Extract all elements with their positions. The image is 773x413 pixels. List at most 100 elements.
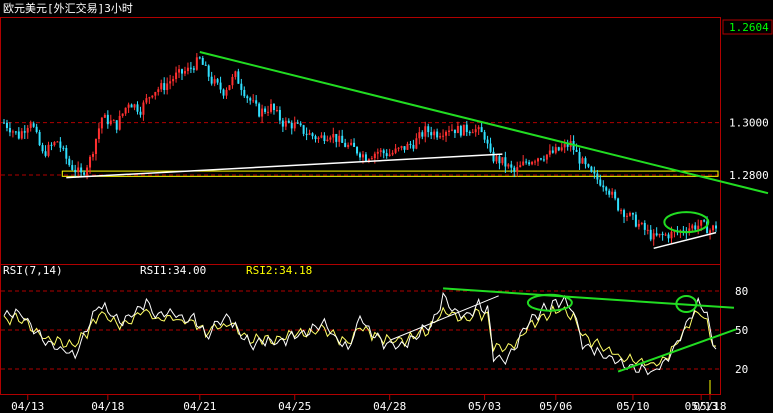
- candle-body: [433, 131, 436, 136]
- candle-body: [329, 137, 332, 140]
- candle-body: [124, 107, 127, 114]
- chart-title: 欧元美元[外汇交易]3小时: [3, 1, 133, 15]
- candle-body: [359, 153, 361, 158]
- candle-body: [608, 190, 611, 195]
- candle-body: [394, 148, 397, 153]
- candle-body: [483, 132, 486, 140]
- candle-body: [151, 95, 154, 98]
- candle-body: [507, 164, 510, 167]
- candle-body: [557, 147, 560, 151]
- candle-body: [691, 225, 694, 229]
- candle-body: [160, 83, 163, 90]
- candle-body: [32, 123, 35, 127]
- candle-body: [364, 154, 367, 162]
- candle-body: [320, 135, 323, 138]
- candle-body: [130, 104, 133, 108]
- candle-body: [112, 120, 115, 122]
- candle-body: [628, 212, 631, 216]
- candle-body: [20, 131, 23, 139]
- candle-body: [293, 122, 296, 129]
- candle-body: [474, 129, 477, 133]
- candle-body: [412, 144, 415, 149]
- candle-body: [204, 64, 207, 66]
- candle-body: [614, 191, 617, 199]
- candle-body: [272, 103, 275, 111]
- candle-body: [596, 173, 599, 180]
- candle-body: [361, 154, 364, 158]
- candle-body: [234, 71, 237, 77]
- candle-body: [106, 114, 109, 125]
- candle-body: [97, 128, 100, 139]
- candle-body: [71, 165, 74, 170]
- candle-body: [370, 158, 373, 160]
- candle-body: [62, 147, 65, 149]
- candle-body: [163, 83, 166, 91]
- candle-body: [172, 79, 175, 82]
- candle-body: [186, 67, 189, 72]
- candle-body: [602, 185, 605, 188]
- candle-body: [617, 198, 620, 211]
- candle-body: [94, 138, 97, 155]
- candle-body: [424, 126, 427, 137]
- candle-body: [486, 139, 489, 144]
- candle-body: [445, 131, 448, 136]
- candle-body: [216, 79, 219, 83]
- candle-body: [249, 98, 252, 101]
- candle-body: [270, 103, 272, 112]
- candle-body: [136, 104, 139, 112]
- candle-body: [255, 100, 258, 104]
- candle-body: [145, 98, 148, 103]
- price-chart: 欧元美元[外汇交易]3小时 1.2604 RSI(7,14) RSI1:34.0…: [0, 0, 773, 413]
- candle-body: [252, 100, 255, 102]
- candle-body: [658, 233, 661, 236]
- candle-body: [287, 120, 290, 123]
- candle-body: [356, 146, 359, 154]
- candle-body: [406, 143, 409, 150]
- candle-body: [121, 113, 124, 116]
- candle-body: [83, 172, 86, 175]
- candle-body: [563, 144, 566, 148]
- candle-body: [477, 127, 480, 130]
- candle-body: [498, 156, 501, 164]
- candle-body: [338, 135, 341, 142]
- x-tick-label: 04/21: [183, 400, 216, 413]
- candle-body: [575, 149, 578, 152]
- candle-body: [8, 127, 11, 133]
- candle-body: [201, 58, 204, 65]
- candle-body: [427, 126, 430, 133]
- candle-body: [225, 89, 228, 96]
- candle-body: [68, 158, 71, 166]
- candle-body: [181, 69, 183, 74]
- candle-body: [258, 103, 261, 117]
- candle-body: [379, 150, 382, 152]
- candle-body: [142, 102, 145, 115]
- candle-body: [655, 233, 658, 236]
- x-tick-label: 04/25: [278, 400, 311, 413]
- candle-body: [513, 167, 516, 172]
- candle-body: [74, 169, 77, 173]
- candle-body: [649, 229, 652, 240]
- candle-body: [634, 214, 637, 227]
- candle-body: [275, 109, 278, 111]
- candle-body: [118, 115, 121, 130]
- candle-body: [305, 133, 308, 135]
- candle-body: [587, 164, 590, 167]
- candle-body: [599, 179, 602, 186]
- candle-body: [554, 147, 557, 153]
- candle-body: [347, 144, 350, 147]
- candle-body: [373, 153, 376, 159]
- x-tick-label: 05/10: [616, 400, 649, 413]
- chart-background: [0, 0, 773, 413]
- candle-body: [501, 157, 504, 164]
- candle-body: [456, 126, 459, 134]
- candle-body: [139, 111, 142, 115]
- candle-body: [448, 130, 450, 132]
- candle-body: [418, 132, 421, 139]
- candle-body: [246, 96, 249, 99]
- candle-body: [175, 72, 178, 80]
- price-y-tick: 1.3000: [729, 117, 769, 130]
- candle-body: [697, 225, 700, 230]
- candle-body: [637, 223, 640, 227]
- candle-body: [296, 122, 299, 124]
- candle-body: [154, 92, 157, 96]
